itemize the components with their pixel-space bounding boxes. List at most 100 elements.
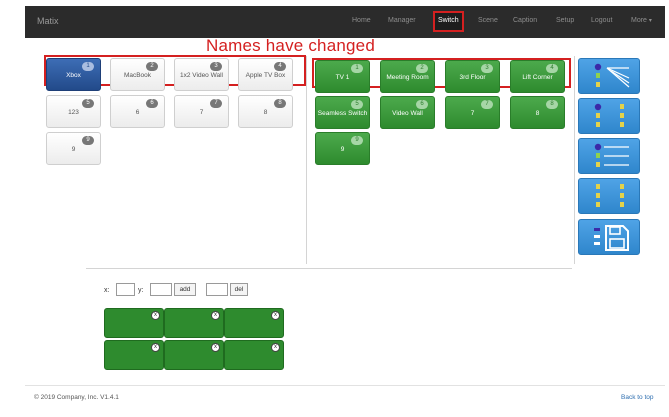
source-tile-1[interactable]: Xbox 1 xyxy=(46,58,101,91)
source-number-badge: 5 xyxy=(82,99,94,108)
source-tile-8[interactable]: 8 8 xyxy=(238,95,293,128)
one-to-one-icon xyxy=(594,103,624,127)
source-number-badge: 8 xyxy=(274,99,286,108)
destination-number-badge: 7 xyxy=(481,100,493,109)
source-label: 1x2 Video Wall xyxy=(180,72,223,79)
source-number-badge: 2 xyxy=(146,62,158,71)
wall-cell[interactable]: x xyxy=(104,340,164,370)
footer-divider xyxy=(25,385,665,386)
nav-more-label: More xyxy=(631,17,647,24)
mode-one-to-many-button[interactable] xyxy=(578,58,640,94)
delete-index-input[interactable] xyxy=(206,283,228,296)
destination-label: Lift Corner xyxy=(522,74,553,81)
line-routing-icon xyxy=(594,143,629,167)
destination-label: Video Wall xyxy=(392,110,423,117)
back-to-top-link[interactable]: Back to top xyxy=(621,394,654,401)
source-label: Xbox xyxy=(66,72,81,79)
destination-number-badge: 5 xyxy=(351,100,363,109)
source-label: MacBook xyxy=(123,72,152,79)
top-navbar: Matix Home Manager Switch Scene Caption … xyxy=(25,6,665,38)
one-to-many-icon xyxy=(594,63,630,88)
destination-label: Seamless Switch xyxy=(317,110,368,117)
close-icon[interactable]: x xyxy=(211,311,220,320)
source-tile-9[interactable]: 9 9 xyxy=(46,132,101,165)
save-icon xyxy=(594,225,629,251)
source-tile-6[interactable]: 6 6 xyxy=(110,95,165,128)
destination-label: 8 xyxy=(535,110,540,117)
destination-label: TV 1 xyxy=(335,74,350,81)
destination-label: Meeting Room xyxy=(386,74,429,81)
source-number-badge: 7 xyxy=(210,99,222,108)
source-tile-7[interactable]: 7 7 xyxy=(174,95,229,128)
section-divider xyxy=(86,268,572,269)
close-icon[interactable]: x xyxy=(271,343,280,352)
save-button[interactable] xyxy=(578,219,640,255)
wall-cell[interactable]: x xyxy=(104,308,164,338)
source-label: 7 xyxy=(199,109,204,116)
add-button[interactable]: add xyxy=(174,283,196,296)
source-number-badge: 6 xyxy=(146,99,158,108)
source-label: 6 xyxy=(135,109,140,116)
x-input[interactable] xyxy=(116,283,135,296)
destination-tile-1[interactable]: TV 1 1 xyxy=(315,60,370,93)
destination-tile-9[interactable]: 9 9 xyxy=(315,132,370,165)
nav-scene[interactable]: Scene xyxy=(478,17,498,24)
destination-label: 7 xyxy=(470,110,475,117)
brand-logo[interactable]: Matix xyxy=(37,16,59,26)
source-label: 123 xyxy=(68,109,79,116)
source-label: Apple TV Box xyxy=(245,72,286,79)
close-icon[interactable]: x xyxy=(271,311,280,320)
mode-line-routing-button[interactable] xyxy=(578,138,640,174)
close-icon[interactable]: x xyxy=(151,311,160,320)
destination-tile-6[interactable]: Video Wall 6 xyxy=(380,96,435,129)
y-input[interactable] xyxy=(150,283,172,296)
destination-number-badge: 9 xyxy=(351,136,363,145)
matrix-pairs-icon xyxy=(596,184,624,207)
source-label: 9 xyxy=(71,146,76,153)
y-label: y: xyxy=(138,287,144,294)
destination-tile-5[interactable]: Seamless Switch 5 xyxy=(315,96,370,129)
nav-caption[interactable]: Caption xyxy=(513,17,537,24)
wall-cell[interactable]: x xyxy=(224,340,284,370)
mode-matrix-pairs-button[interactable] xyxy=(578,178,640,214)
destination-number-badge: 1 xyxy=(351,64,363,73)
copyright-text: © 2019 Company, Inc. V1.4.1 xyxy=(34,394,119,401)
destination-label: 3rd Floor xyxy=(459,74,486,81)
annotation-text: Names have changed xyxy=(206,36,375,55)
destination-tile-4[interactable]: Lift Corner 4 xyxy=(510,60,565,93)
close-icon[interactable]: x xyxy=(151,343,160,352)
nav-home[interactable]: Home xyxy=(352,17,371,24)
column-divider xyxy=(574,56,575,264)
del-button[interactable]: del xyxy=(230,283,248,296)
destination-tile-7[interactable]: 7 7 xyxy=(445,96,500,129)
destination-tile-2[interactable]: Meeting Room 2 xyxy=(380,60,435,93)
nav-setup[interactable]: Setup xyxy=(556,17,574,24)
source-tile-2[interactable]: MacBook 2 xyxy=(110,58,165,91)
chevron-down-icon: ▾ xyxy=(648,18,652,24)
source-number-badge: 9 xyxy=(82,136,94,145)
destination-number-badge: 8 xyxy=(546,100,558,109)
destination-number-badge: 3 xyxy=(481,64,493,73)
wall-cell[interactable]: x xyxy=(164,308,224,338)
destination-number-badge: 6 xyxy=(416,100,428,109)
column-divider xyxy=(306,56,307,264)
destination-tile-8[interactable]: 8 8 xyxy=(510,96,565,129)
nav-manager[interactable]: Manager xyxy=(388,17,416,24)
destination-label: 9 xyxy=(340,146,345,153)
x-label: x: xyxy=(104,287,110,294)
nav-logout[interactable]: Logout xyxy=(591,17,612,24)
nav-switch[interactable]: Switch xyxy=(433,11,464,32)
destination-number-badge: 2 xyxy=(416,64,428,73)
source-label: 8 xyxy=(263,109,268,116)
source-tile-5[interactable]: 123 5 xyxy=(46,95,101,128)
source-tile-3[interactable]: 1x2 Video Wall 3 xyxy=(174,58,229,91)
source-tile-4[interactable]: Apple TV Box 4 xyxy=(238,58,293,91)
wall-cell[interactable]: x xyxy=(224,308,284,338)
nav-more[interactable]: More ▾ xyxy=(631,17,652,24)
mode-one-to-one-button[interactable] xyxy=(578,98,640,134)
destination-number-badge: 4 xyxy=(546,64,558,73)
wall-cell[interactable]: x xyxy=(164,340,224,370)
close-icon[interactable]: x xyxy=(211,343,220,352)
destination-tile-3[interactable]: 3rd Floor 3 xyxy=(445,60,500,93)
source-number-badge: 4 xyxy=(274,62,286,71)
